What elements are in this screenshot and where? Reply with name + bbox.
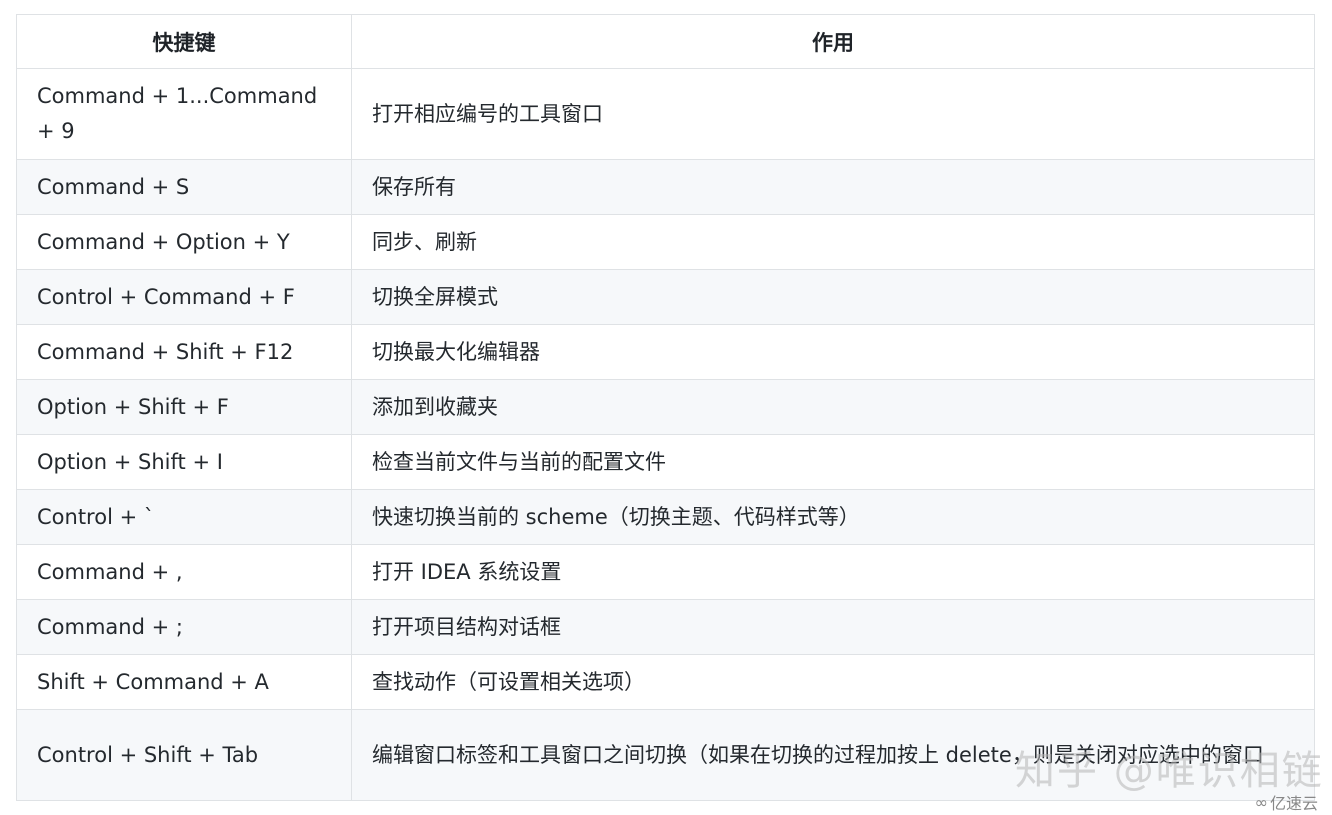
table-row: Command + ; 打开项目结构对话框 xyxy=(16,599,1315,655)
shortcut-cell: Shift + Command + A xyxy=(16,654,352,710)
shortcut-cell: Control + ` xyxy=(16,489,352,545)
action-cell: 切换最大化编辑器 xyxy=(351,324,1315,380)
shortcut-cell: Option + Shift + I xyxy=(16,434,352,490)
action-cell: 切换全屏模式 xyxy=(351,269,1315,325)
shortcut-cell: Control + Shift + Tab xyxy=(16,709,352,801)
shortcut-cell: Control + Command + F xyxy=(16,269,352,325)
action-cell: 查找动作（可设置相关选项） xyxy=(351,654,1315,710)
table-row: Command + Shift + F12 切换最大化编辑器 xyxy=(16,324,1315,380)
table-row: Control + Command + F 切换全屏模式 xyxy=(16,269,1315,325)
action-cell: 保存所有 xyxy=(351,159,1315,215)
action-cell: 检查当前文件与当前的配置文件 xyxy=(351,434,1315,490)
table-row: Control + Shift + Tab 编辑窗口标签和工具窗口之间切换（如果… xyxy=(16,709,1315,801)
table-row: Option + Shift + I 检查当前文件与当前的配置文件 xyxy=(16,434,1315,490)
shortcut-cell: Command + , xyxy=(16,544,352,600)
logo-text: 亿速云 xyxy=(1269,794,1318,813)
table-row: Command + 1...Command + 9 打开相应编号的工具窗口 xyxy=(16,68,1315,160)
table-header-row: 快捷键 作用 xyxy=(16,14,1315,69)
shortcut-cell: Command + Shift + F12 xyxy=(16,324,352,380)
shortcut-cell: Command + S xyxy=(16,159,352,215)
shortcut-cell: Command + 1...Command + 9 xyxy=(16,68,352,160)
table-row: Control + ` 快速切换当前的 scheme（切换主题、代码样式等） xyxy=(16,489,1315,545)
table-row: Command + S 保存所有 xyxy=(16,159,1315,215)
action-cell: 打开 IDEA 系统设置 xyxy=(351,544,1315,600)
table-row: Command + , 打开 IDEA 系统设置 xyxy=(16,544,1315,600)
shortcut-cell: Option + Shift + F xyxy=(16,379,352,435)
header-action: 作用 xyxy=(351,14,1315,69)
site-logo: ∞ 亿速云 xyxy=(1255,790,1318,814)
shortcuts-table: 快捷键 作用 Command + 1...Command + 9 打开相应编号的… xyxy=(16,14,1315,801)
action-cell: 打开项目结构对话框 xyxy=(351,599,1315,655)
table-row: Shift + Command + A 查找动作（可设置相关选项） xyxy=(16,654,1315,710)
action-cell: 添加到收藏夹 xyxy=(351,379,1315,435)
action-cell: 同步、刷新 xyxy=(351,214,1315,270)
table-row: Command + Option + Y 同步、刷新 xyxy=(16,214,1315,270)
table-row: Option + Shift + F 添加到收藏夹 xyxy=(16,379,1315,435)
action-cell: 快速切换当前的 scheme（切换主题、代码样式等） xyxy=(351,489,1315,545)
shortcut-cell: Command + Option + Y xyxy=(16,214,352,270)
action-cell: 打开相应编号的工具窗口 xyxy=(351,68,1315,160)
header-shortcut: 快捷键 xyxy=(16,14,352,69)
action-cell: 编辑窗口标签和工具窗口之间切换（如果在切换的过程加按上 delete，则是关闭对… xyxy=(351,709,1315,801)
shortcut-cell: Command + ; xyxy=(16,599,352,655)
cloud-logo-icon: ∞ xyxy=(1254,792,1268,812)
